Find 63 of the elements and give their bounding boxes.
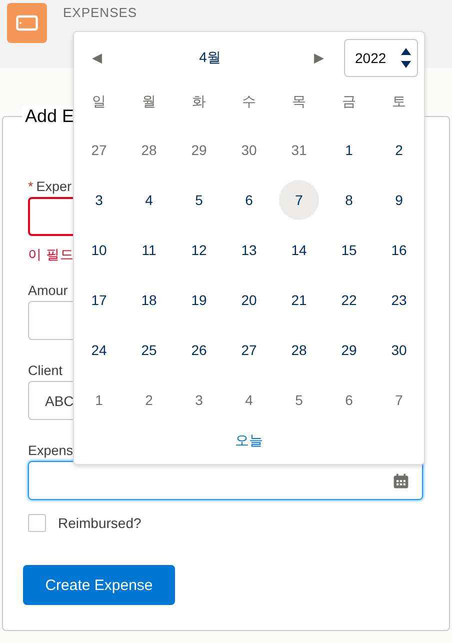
day-cell[interactable]: 5 (279, 380, 319, 420)
day-cell[interactable]: 10 (79, 230, 119, 270)
weekday-label: 일 (91, 92, 107, 111)
day-cell[interactable]: 2 (129, 380, 169, 420)
day-cell[interactable]: 21 (279, 280, 319, 320)
today-link[interactable]: 오늘 (235, 432, 263, 450)
weekday-label: 목 (291, 92, 307, 111)
field-label: Client (28, 362, 63, 380)
day-cell[interactable]: 23 (379, 280, 419, 320)
day-cell[interactable]: 19 (179, 280, 219, 320)
day-cell[interactable]: 5 (179, 180, 219, 220)
day-cell[interactable]: 8 (329, 180, 369, 220)
checkbox-label: Reimbursed? (58, 515, 142, 531)
day-cell[interactable]: 15 (329, 230, 369, 270)
year-select[interactable]: 2022 (344, 39, 418, 77)
day-cell[interactable]: 27 (79, 130, 119, 170)
create-expense-button[interactable]: Create Expense (23, 565, 175, 605)
weekday-label: 토 (391, 92, 407, 111)
day-cell[interactable]: 4 (129, 180, 169, 220)
day-cell[interactable]: 20 (229, 280, 269, 320)
day-cell[interactable]: 29 (179, 130, 219, 170)
field-label: Expens (28, 442, 74, 460)
day-cell[interactable]: 3 (79, 180, 119, 220)
day-cell[interactable]: 26 (179, 330, 219, 370)
day-cell[interactable]: 17 (79, 280, 119, 320)
day-cell[interactable]: 22 (329, 280, 369, 320)
day-cell[interactable]: 1 (329, 130, 369, 170)
day-cell[interactable]: 7 (379, 380, 419, 420)
day-cell[interactable]: 11 (129, 230, 169, 270)
day-cell[interactable]: 7 (279, 180, 319, 220)
day-cell[interactable]: 14 (279, 230, 319, 270)
day-cell[interactable]: 28 (279, 330, 319, 370)
day-cell[interactable]: 30 (379, 330, 419, 370)
object-label: EXPENSES (63, 5, 138, 21)
day-cell[interactable]: 3 (179, 380, 219, 420)
day-cell[interactable]: 18 (129, 280, 169, 320)
field-label: Exper (36, 178, 72, 196)
day-cell[interactable]: 6 (229, 180, 269, 220)
day-cell[interactable]: 9 (379, 180, 419, 220)
day-cell[interactable]: 29 (329, 330, 369, 370)
month-label: 4월 (198, 49, 222, 67)
weekday-label: 월 (141, 92, 157, 111)
error-message: 이 필드 (28, 246, 74, 264)
day-cell[interactable]: 30 (229, 130, 269, 170)
day-cell[interactable]: 2 (379, 130, 419, 170)
next-month-button[interactable]: ▶ (314, 50, 328, 66)
required-mark: * (28, 178, 34, 196)
day-cell[interactable]: 28 (129, 130, 169, 170)
day-cell[interactable]: 12 (179, 230, 219, 270)
day-cell[interactable]: 1 (79, 380, 119, 420)
field-label: Amour (28, 282, 68, 300)
day-cell[interactable]: 27 (229, 330, 269, 370)
weekday-label: 화 (191, 92, 207, 111)
previous-month-button[interactable]: ◀ (92, 50, 106, 66)
day-cell[interactable]: 13 (229, 230, 269, 270)
day-cell[interactable]: 6 (329, 380, 369, 420)
day-cell[interactable]: 16 (379, 230, 419, 270)
day-cell[interactable]: 25 (129, 330, 169, 370)
day-cell[interactable]: 31 (279, 130, 319, 170)
weekday-label: 금 (341, 92, 357, 111)
day-cell[interactable]: 4 (229, 380, 269, 420)
day-cell[interactable]: 24 (79, 330, 119, 370)
weekday-label: 수 (241, 92, 257, 111)
